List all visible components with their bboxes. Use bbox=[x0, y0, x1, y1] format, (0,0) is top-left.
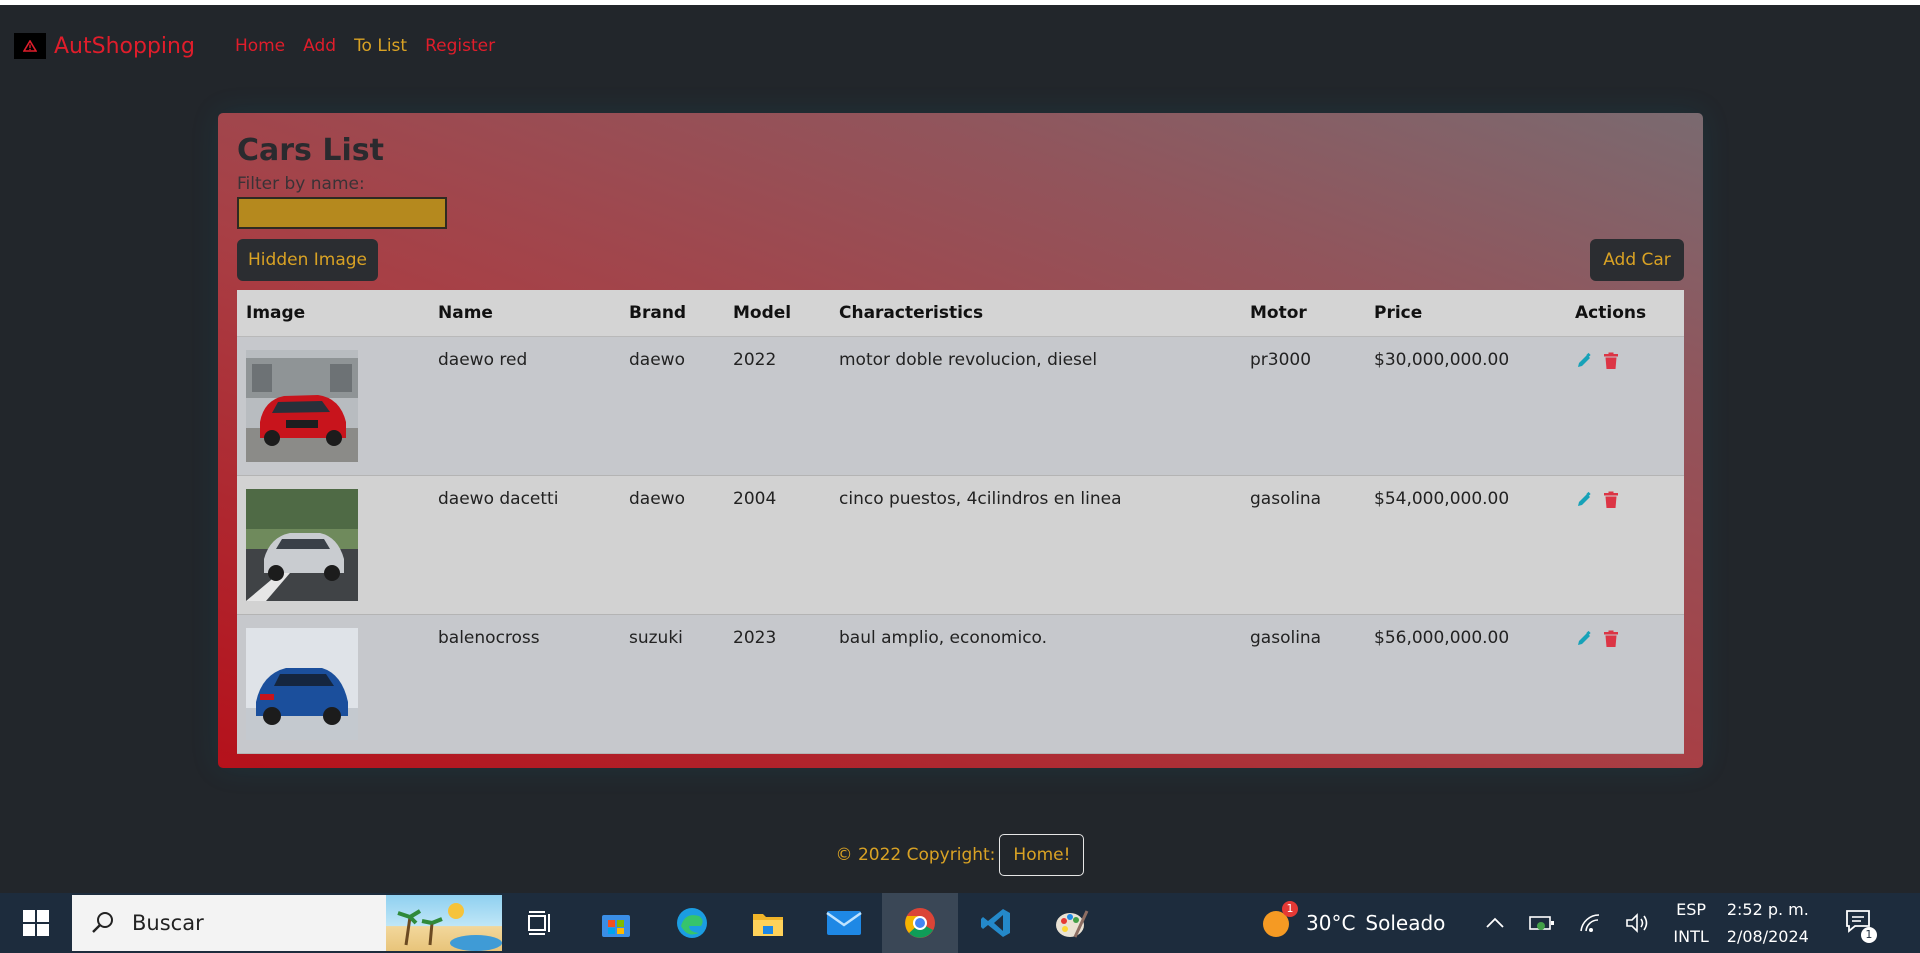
header-name: Name bbox=[429, 290, 620, 337]
windows-taskbar: Buscar 1 30°C Soleado ESP INTL 2:52 p. m… bbox=[0, 893, 1920, 953]
vscode-icon[interactable] bbox=[958, 893, 1034, 953]
car-motor: gasolina bbox=[1241, 614, 1365, 754]
car-image-cell bbox=[237, 614, 429, 754]
car-model: 2004 bbox=[724, 475, 830, 615]
car-characteristics: baul amplio, economico. bbox=[830, 614, 1241, 754]
car-brand: daewo bbox=[620, 475, 724, 615]
table-header-row: Image Name Brand Model Characteristics M… bbox=[237, 290, 1684, 337]
search-placeholder: Buscar bbox=[132, 911, 204, 935]
weather-desc: Soleado bbox=[1365, 911, 1446, 935]
sun-icon: 1 bbox=[1260, 901, 1298, 939]
warning-logo-icon bbox=[14, 33, 46, 59]
header-brand: Brand bbox=[620, 290, 724, 337]
header-characteristics: Characteristics bbox=[830, 290, 1241, 337]
navbar: AutShopping Home Add To List Register bbox=[0, 5, 1920, 87]
car-model: 2022 bbox=[724, 336, 830, 476]
filter-name-input[interactable] bbox=[237, 197, 447, 229]
car-name: daewo red bbox=[429, 336, 620, 476]
car-motor: pr3000 bbox=[1241, 336, 1365, 476]
paint-icon[interactable] bbox=[1034, 893, 1110, 953]
keyboard-layout: INTL bbox=[1673, 927, 1709, 946]
nav-link-add[interactable]: Add bbox=[303, 36, 336, 56]
mail-icon[interactable] bbox=[806, 893, 882, 953]
trash-icon[interactable] bbox=[1603, 630, 1619, 648]
car-characteristics: motor doble revolucion, diesel bbox=[830, 336, 1241, 476]
notification-center-icon[interactable]: 1 bbox=[1845, 909, 1877, 943]
car-brand: daewo bbox=[620, 336, 724, 476]
windows-logo-icon bbox=[23, 910, 49, 936]
copyright-text: © 2022 Copyright: bbox=[835, 845, 996, 865]
wifi-icon[interactable] bbox=[1579, 913, 1601, 933]
search-highlight-art bbox=[386, 895, 502, 951]
file-explorer-icon[interactable] bbox=[730, 893, 806, 953]
header-motor: Motor bbox=[1241, 290, 1365, 337]
blue-car-photo bbox=[246, 627, 358, 740]
trash-icon[interactable] bbox=[1603, 352, 1619, 370]
car-motor: gasolina bbox=[1241, 475, 1365, 615]
table-row: daewo dacetti daewo 2004 cinco puestos, … bbox=[237, 475, 1684, 615]
weather-badge: 1 bbox=[1282, 901, 1298, 917]
search-icon bbox=[92, 912, 113, 933]
footer: © 2022 Copyright: Home! bbox=[0, 834, 1920, 876]
nav-link-register[interactable]: Register bbox=[425, 36, 495, 56]
cars-table: Image Name Brand Model Characteristics M… bbox=[237, 290, 1684, 754]
nav-link-home[interactable]: Home bbox=[235, 36, 285, 56]
car-price: $56,000,000.00 bbox=[1365, 614, 1566, 754]
language-code: ESP bbox=[1676, 900, 1707, 919]
car-characteristics: cinco puestos, 4cilindros en linea bbox=[830, 475, 1241, 615]
filter-label: Filter by name: bbox=[237, 174, 365, 194]
brand[interactable]: AutShopping bbox=[14, 33, 195, 59]
volume-icon[interactable] bbox=[1625, 913, 1649, 933]
car-actions bbox=[1566, 475, 1684, 615]
pencil-icon[interactable] bbox=[1575, 491, 1593, 509]
header-price: Price bbox=[1365, 290, 1566, 337]
header-model: Model bbox=[724, 290, 830, 337]
car-brand: suzuki bbox=[620, 614, 724, 754]
car-image-cell bbox=[237, 475, 429, 615]
nav-link-to-list[interactable]: To List bbox=[354, 36, 407, 56]
header-actions: Actions bbox=[1566, 290, 1684, 337]
clock-time: 2:52 p. m. bbox=[1726, 900, 1809, 919]
pencil-icon[interactable] bbox=[1575, 630, 1593, 648]
notification-count: 1 bbox=[1860, 927, 1877, 943]
task-view-icon[interactable] bbox=[502, 893, 578, 953]
footer-home-button[interactable]: Home! bbox=[999, 834, 1085, 876]
car-actions bbox=[1566, 336, 1684, 476]
weather-widget[interactable]: 1 30°C Soleado bbox=[1260, 901, 1446, 939]
page-title: Cars List bbox=[237, 133, 384, 168]
chrome-icon[interactable] bbox=[882, 893, 958, 953]
car-name: daewo dacetti bbox=[429, 475, 620, 615]
silver-car-photo bbox=[246, 488, 358, 601]
clock-date: 2/08/2024 bbox=[1726, 927, 1809, 946]
system-tray: ESP INTL bbox=[1485, 896, 1709, 950]
battery-icon[interactable] bbox=[1529, 914, 1555, 932]
car-name: balenocross bbox=[429, 614, 620, 754]
car-price: $30,000,000.00 bbox=[1365, 336, 1566, 476]
windows-start-button[interactable] bbox=[0, 893, 72, 953]
header-image: Image bbox=[237, 290, 429, 337]
nav-links: Home Add To List Register bbox=[235, 36, 495, 56]
car-actions bbox=[1566, 614, 1684, 754]
weather-temp: 30°C bbox=[1306, 911, 1356, 935]
car-image-cell bbox=[237, 336, 429, 476]
table-row: balenocross suzuki 2023 baul amplio, eco… bbox=[237, 614, 1684, 754]
trash-icon[interactable] bbox=[1603, 491, 1619, 509]
pencil-icon[interactable] bbox=[1575, 352, 1593, 370]
clock[interactable]: 2:52 p. m. 2/08/2024 bbox=[1727, 896, 1809, 950]
brand-name: AutShopping bbox=[54, 33, 195, 59]
car-model: 2023 bbox=[724, 614, 830, 754]
hidden-image-button[interactable]: Hidden Image bbox=[237, 239, 378, 281]
chevron-up-icon[interactable] bbox=[1485, 917, 1505, 929]
cars-list-card: Cars List Filter by name: Hidden Image A… bbox=[218, 113, 1703, 768]
table-row: daewo red daewo 2022 motor doble revoluc… bbox=[237, 336, 1684, 476]
microsoft-store-icon[interactable] bbox=[578, 893, 654, 953]
red-car-photo bbox=[246, 349, 358, 462]
add-car-button[interactable]: Add Car bbox=[1590, 239, 1684, 281]
taskbar-search[interactable]: Buscar bbox=[72, 895, 502, 951]
language-indicator[interactable]: ESP INTL bbox=[1673, 896, 1708, 950]
car-price: $54,000,000.00 bbox=[1365, 475, 1566, 615]
edge-browser-icon[interactable] bbox=[654, 893, 730, 953]
